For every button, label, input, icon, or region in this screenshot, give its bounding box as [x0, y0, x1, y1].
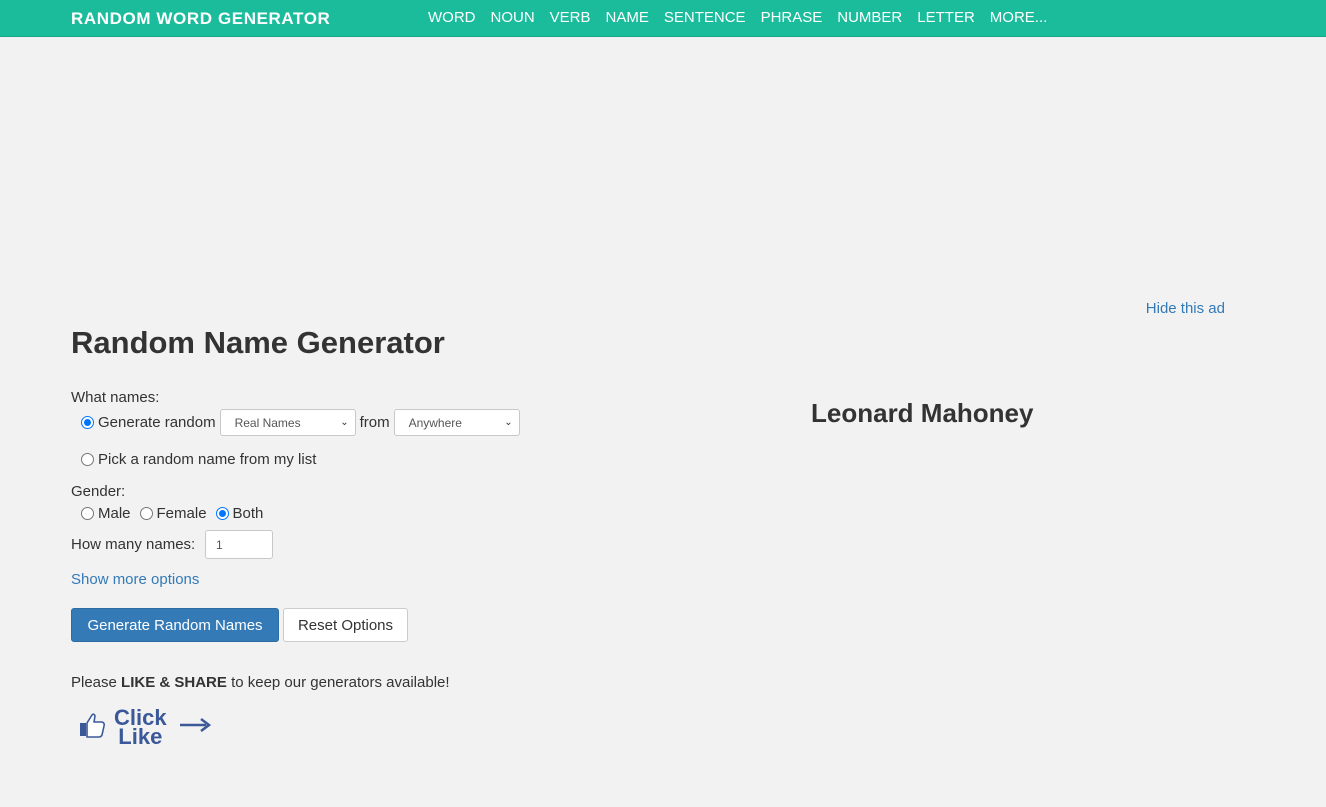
- what-names-label: What names:: [71, 389, 160, 406]
- gender-both-label: Both: [232, 505, 264, 522]
- arrow-right-icon: [179, 717, 211, 738]
- hide-ad-link[interactable]: Hide this ad: [1146, 300, 1225, 317]
- chevron-down-icon: ⌄: [340, 417, 349, 428]
- nav-item-verb[interactable]: VERB: [550, 9, 591, 26]
- gender-label: Gender:: [71, 483, 126, 500]
- show-more-options-link[interactable]: Show more options: [71, 571, 199, 588]
- like-label: Like: [118, 724, 163, 749]
- share-suffix: to keep our generators available!: [231, 674, 450, 691]
- gender-male-label: Male: [98, 505, 131, 522]
- site-logo[interactable]: RANDOM WORD GENERATOR: [71, 9, 330, 29]
- pick-from-list-radio[interactable]: [81, 453, 94, 466]
- gender-both-radio[interactable]: [215, 507, 229, 520]
- generated-name-result: Leonard Mahoney: [811, 398, 1034, 428]
- click-like-button[interactable]: Click Like: [78, 707, 211, 749]
- region-select[interactable]: Anywhere ⌄: [393, 409, 520, 436]
- from-label: from: [359, 414, 390, 431]
- share-emphasis: LIKE & SHARE: [121, 674, 227, 691]
- chevron-down-icon: ⌄: [504, 417, 513, 428]
- nav-item-letter[interactable]: LETTER: [917, 9, 975, 26]
- how-many-input[interactable]: [205, 530, 273, 559]
- nav-item-word[interactable]: WORD: [428, 9, 476, 26]
- name-type-select[interactable]: Real Names ⌄: [219, 409, 356, 436]
- generate-random-radio[interactable]: [81, 416, 94, 429]
- gender-options: Male Female Both: [81, 505, 263, 522]
- pick-from-list-row: Pick a random name from my list: [81, 451, 316, 468]
- how-many-label: How many names:: [71, 536, 196, 553]
- nav-item-number[interactable]: NUMBER: [837, 9, 902, 26]
- gender-female-label: Female: [156, 505, 207, 522]
- click-like-text: Click Like: [114, 707, 167, 749]
- share-prefix: Please: [71, 674, 117, 691]
- generate-button[interactable]: Generate Random Names: [71, 608, 279, 642]
- top-nav-bar: RANDOM WORD GENERATOR WORD NOUN VERB NAM…: [0, 0, 1326, 37]
- page-title: Random Name Generator: [71, 325, 445, 360]
- generate-random-row: Generate random Real Names ⌄ from Anywhe…: [81, 409, 520, 436]
- gender-female-radio[interactable]: [139, 507, 153, 520]
- nav-item-more[interactable]: MORE...: [990, 9, 1048, 26]
- nav-item-phrase[interactable]: PHRASE: [761, 9, 823, 26]
- name-type-selected: Real Names: [234, 415, 301, 430]
- main-nav: WORD NOUN VERB NAME SENTENCE PHRASE NUMB…: [428, 9, 1047, 26]
- nav-item-noun[interactable]: NOUN: [491, 9, 535, 26]
- nav-item-sentence[interactable]: SENTENCE: [664, 9, 746, 26]
- region-selected: Anywhere: [408, 415, 462, 430]
- generate-random-label: Generate random: [98, 414, 216, 431]
- gender-male-radio[interactable]: [81, 507, 94, 520]
- reset-button[interactable]: Reset Options: [283, 608, 408, 642]
- share-message: Please LIKE & SHARE to keep our generato…: [71, 674, 450, 691]
- thumbs-up-icon: [78, 711, 106, 744]
- pick-from-list-label: Pick a random name from my list: [98, 451, 317, 468]
- nav-item-name[interactable]: NAME: [606, 9, 649, 26]
